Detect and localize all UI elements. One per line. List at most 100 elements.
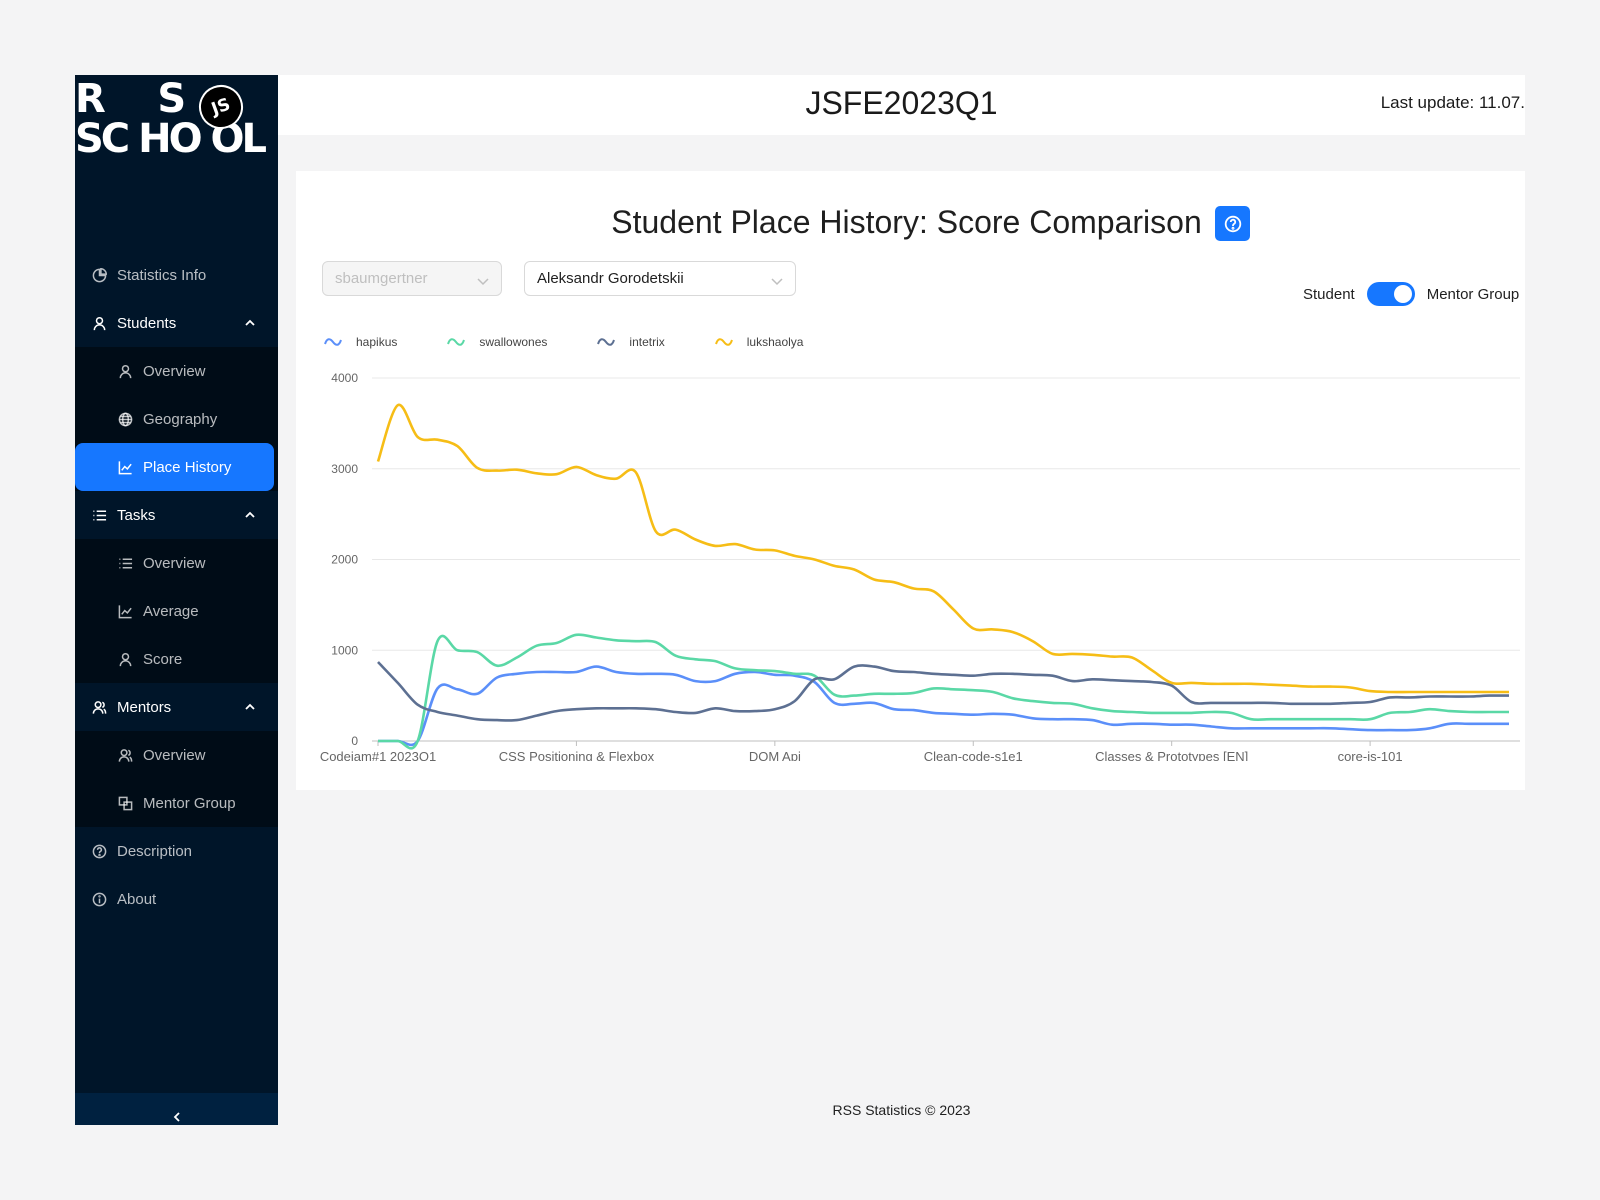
mentors-submenu: Overview Mentor Group xyxy=(75,731,278,827)
sidebar-item-mentors[interactable]: Mentors xyxy=(75,683,278,731)
pie-chart-icon xyxy=(91,267,107,283)
legend-item-swallowones[interactable]: swallowones xyxy=(447,335,547,349)
legend-marker-hapikus xyxy=(324,338,342,346)
student-select-placeholder: sbaumgertner xyxy=(335,270,428,287)
sidebar-item-label: Description xyxy=(117,842,193,860)
chevron-up-icon xyxy=(244,508,256,520)
sidebar-item-tasks[interactable]: Tasks xyxy=(75,491,278,539)
sidebar-menu: Statistics Info Students Overview Geogra… xyxy=(75,251,278,923)
sidebar-item-statistics-info[interactable]: Statistics Info xyxy=(75,251,278,299)
sidebar-item-mentors-overview[interactable]: Overview xyxy=(75,731,278,779)
sidebar-item-label: Geography xyxy=(143,410,218,428)
chart-title: Student Place History: Score Comparison xyxy=(611,204,1202,240)
page-title: JSFE2023Q1 xyxy=(805,85,998,121)
last-update-text: Last update: 11.07. xyxy=(1380,93,1525,112)
legend-item-lukshaolya[interactable]: lukshaolya xyxy=(714,335,804,349)
switch-knob xyxy=(1393,285,1412,303)
question-circle-icon xyxy=(1224,215,1241,232)
series-line-hapikus xyxy=(377,665,1509,747)
sidebar-item-label: Statistics Info xyxy=(117,266,207,284)
sidebar-item-label: Mentor Group xyxy=(143,794,236,812)
line-chart-icon xyxy=(117,459,133,475)
legend-label: lukshaolya xyxy=(746,335,804,349)
sidebar-item-label: Average xyxy=(143,602,199,620)
sidebar-item-students-overview[interactable]: Overview xyxy=(75,347,278,395)
list-icon xyxy=(117,555,133,571)
place-history-chart: 0 1000 2000 3000 4000 Codejam#1 2023Q1 CSS Pos… xyxy=(320,371,1520,761)
sidebar-collapse-button[interactable] xyxy=(75,1093,278,1125)
sidebar-item-description[interactable]: Description xyxy=(75,827,278,875)
students-submenu: Overview Geography Place History xyxy=(75,347,278,491)
chart-card: Student Place History: Score Comparison … xyxy=(296,171,1525,790)
footer-text: RSS Statistics © 2023 xyxy=(832,1102,971,1118)
help-button[interactable] xyxy=(1215,206,1250,241)
series-line-swallowones xyxy=(377,633,1509,750)
mentor-icon xyxy=(91,699,107,715)
sidebar-item-label: Score xyxy=(143,650,183,668)
sidebar-item-label: Students xyxy=(117,314,177,332)
rs-school-logo[interactable]: R S SC HO OL JS xyxy=(75,75,278,167)
mentor-select-value: Aleksandr Gorodetskii xyxy=(537,270,684,287)
legend-marker-intetrix xyxy=(597,338,616,346)
sidebar-item-tasks-overview[interactable]: Overview xyxy=(75,539,278,587)
chart-legend: hapikus swallowones intetrix lukshaolya xyxy=(324,335,853,349)
sidebar-item-geography[interactable]: Geography xyxy=(75,395,278,443)
user-icon xyxy=(117,363,133,379)
chevron-up-icon xyxy=(244,700,256,712)
info-circle-icon xyxy=(91,891,107,907)
legend-item-intetrix[interactable]: intetrix xyxy=(597,335,665,349)
mentor-icon xyxy=(117,747,133,763)
sidebar-item-average[interactable]: Average xyxy=(75,587,278,635)
group-icon xyxy=(117,795,133,811)
question-circle-icon xyxy=(91,843,107,859)
sidebar-item-score[interactable]: Score xyxy=(75,635,278,683)
x-tick-label: CSS Positioning & Flexbox xyxy=(499,749,655,761)
series-line-lukshaolya xyxy=(376,403,1509,694)
user-icon xyxy=(117,651,133,667)
sidebar-item-about[interactable]: About xyxy=(75,875,278,923)
sidebar-item-label: Overview xyxy=(143,746,206,764)
line-chart-icon xyxy=(117,603,133,619)
y-tick-label: 1000 xyxy=(331,643,358,657)
toggle-label-student: Student xyxy=(1303,285,1355,303)
sidebar-item-place-history[interactable]: Place History xyxy=(75,443,274,491)
toggle-label-mentor-group: Mentor Group xyxy=(1426,285,1520,303)
x-tick-label: Codejam#1 2023Q1 xyxy=(320,749,436,761)
legend-label: hapikus xyxy=(356,335,398,349)
sidebar-item-label: Overview xyxy=(143,362,206,380)
legend-item-hapikus[interactable]: hapikus xyxy=(324,335,397,349)
legend-label: swallowones xyxy=(479,335,548,349)
sidebar-item-label: Mentors xyxy=(117,698,172,716)
legend-marker-lukshaolya xyxy=(714,338,733,346)
sidebar-item-label: Place History xyxy=(143,458,232,476)
sidebar-item-mentor-group[interactable]: Mentor Group xyxy=(75,779,278,827)
chevron-down-icon xyxy=(477,274,489,286)
y-tick-label: 4000 xyxy=(331,371,358,385)
chevron-down-icon xyxy=(771,274,783,286)
header: JSFE2023Q1 Last update: 11.07. xyxy=(278,75,1525,135)
sidebar-item-label: About xyxy=(117,890,157,908)
y-tick-label: 2000 xyxy=(331,553,358,567)
globe-icon xyxy=(117,411,133,427)
chevron-left-icon xyxy=(173,1112,180,1122)
legend-label: intetrix xyxy=(629,335,665,349)
y-tick-label: 3000 xyxy=(331,462,358,476)
user-icon xyxy=(91,315,107,331)
x-tick-label: core-js-101 xyxy=(1338,749,1403,761)
y-tick-label: 0 xyxy=(351,734,358,748)
x-tick-label: DOM Api xyxy=(749,749,801,761)
tasks-submenu: Overview Average Score xyxy=(75,539,278,683)
mentor-select[interactable]: Aleksandr Gorodetskii xyxy=(524,261,796,296)
student-mentor-switch[interactable] xyxy=(1366,282,1415,306)
x-tick-label: Classes & Prototypes [EN] xyxy=(1095,749,1248,761)
sidebar: R S SC HO OL JS Statistics Info Students … xyxy=(75,75,278,1125)
sidebar-item-label: Tasks xyxy=(117,506,156,524)
sidebar-item-students[interactable]: Students xyxy=(75,299,278,347)
x-tick-label: Clean-code-s1e1 xyxy=(924,749,1023,761)
sidebar-item-label: Overview xyxy=(143,554,206,572)
list-icon xyxy=(91,507,107,523)
student-select[interactable]: sbaumgertner xyxy=(322,261,502,296)
chevron-up-icon xyxy=(244,316,256,328)
view-toggle: Student Mentor Group xyxy=(1303,282,1519,306)
legend-marker-swallowones xyxy=(447,338,466,346)
